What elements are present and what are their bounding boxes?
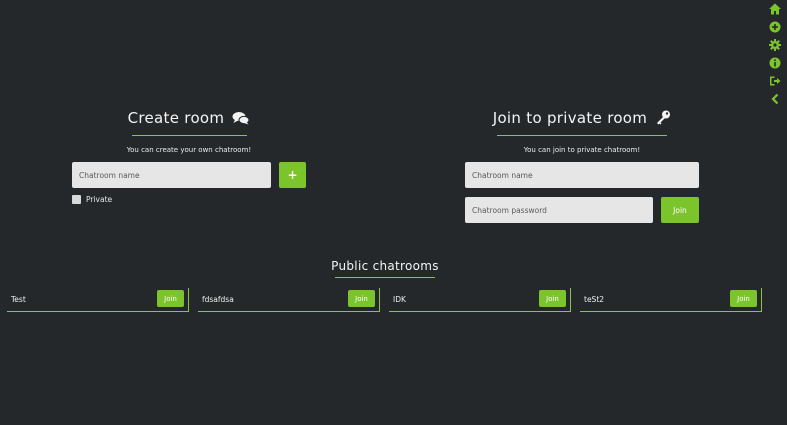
private-checkbox[interactable] [72,195,81,204]
create-room-title: Create room [127,109,225,127]
join-private-subtitle: You can join to private chatroom! [523,146,641,154]
room-name: Test [11,295,26,304]
room-name: teSt2 [584,295,605,304]
public-room-card: Test Join [7,288,189,312]
create-room-subtitle: You can create your own chatroom! [126,146,252,154]
create-room-add-button[interactable]: + [279,162,306,188]
public-chatrooms-heading: Public chatrooms [325,259,445,278]
sign-out-icon[interactable] [768,74,782,88]
public-chatrooms-title: Public chatrooms [331,259,439,273]
side-rail [768,2,784,110]
key-icon [655,110,671,129]
home-icon[interactable] [768,2,782,16]
join-chatroom-password-input[interactable] [465,197,653,223]
join-private-heading: Join to private room [482,109,682,136]
room-name: IDK [393,295,406,304]
private-option: Private [72,195,112,204]
join-private-button[interactable]: Join [661,197,699,223]
private-label: Private [86,195,113,204]
room-name: fdsafdsa [202,295,234,304]
room-join-button[interactable]: Join [730,290,757,307]
chat-bubbles-icon [232,111,250,129]
create-chatroom-name-input[interactable] [72,162,271,188]
public-room-card: IDK Join [389,288,571,312]
info-icon[interactable] [768,56,782,70]
page: Create room You can create your own chat… [0,0,787,425]
gear-icon[interactable] [768,38,782,52]
room-join-button[interactable]: Join [157,290,184,307]
join-private-title: Join to private room [492,109,648,127]
room-join-button[interactable]: Join [348,290,375,307]
public-room-card: fdsafdsa Join [198,288,380,312]
chevron-left-icon[interactable] [768,92,782,106]
join-chatroom-name-input[interactable] [465,162,699,188]
add-circle-icon[interactable] [768,20,782,34]
room-join-button[interactable]: Join [539,290,566,307]
create-room-heading: Create room [110,109,268,136]
public-room-card: teSt2 Join [580,288,762,312]
